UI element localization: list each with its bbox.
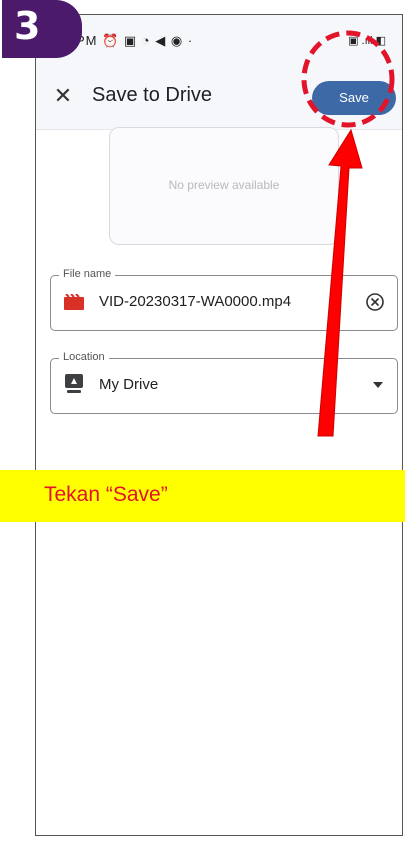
instruction-banner: Tekan “Save” <box>0 470 405 522</box>
page-title: Save to Drive <box>92 84 213 106</box>
file-name-field[interactable]: File name VID-20230317-WA0000.mp4 <box>50 268 398 331</box>
status-bar: PM ⏰ ▣ ◔ ◀ ◉ · ▣ .ıll ◧ <box>36 15 402 65</box>
status-icons-left: PM ⏰ ▣ ◔ ◀ ◉ · <box>76 33 194 48</box>
clear-icon[interactable] <box>365 292 385 312</box>
status-icons-right: ▣ .ıll ◧ <box>348 35 386 47</box>
video-file-icon <box>64 294 84 310</box>
location-value[interactable]: My Drive <box>99 376 158 393</box>
step-number: 3 <box>14 4 41 48</box>
location-label: Location <box>59 351 109 363</box>
dropdown-icon[interactable] <box>373 381 383 389</box>
save-button[interactable]: Save <box>312 81 396 115</box>
drive-icon <box>65 374 83 393</box>
preview-placeholder-text: No preview available <box>168 178 280 192</box>
file-name-input[interactable]: VID-20230317-WA0000.mp4 <box>99 293 291 310</box>
step-badge: 3 <box>2 0 82 58</box>
app-bar: ✕ Save to Drive Save <box>36 65 402 130</box>
phone-screen: PM ⏰ ▣ ◔ ◀ ◉ · ▣ .ıll ◧ ✕ Save to Drive … <box>35 14 403 836</box>
file-preview: No preview available <box>109 127 339 245</box>
file-name-label: File name <box>59 268 116 280</box>
close-icon[interactable]: ✕ <box>50 83 76 109</box>
instruction-text: Tekan “Save” <box>44 483 168 506</box>
location-field[interactable]: Location My Drive <box>50 351 398 414</box>
